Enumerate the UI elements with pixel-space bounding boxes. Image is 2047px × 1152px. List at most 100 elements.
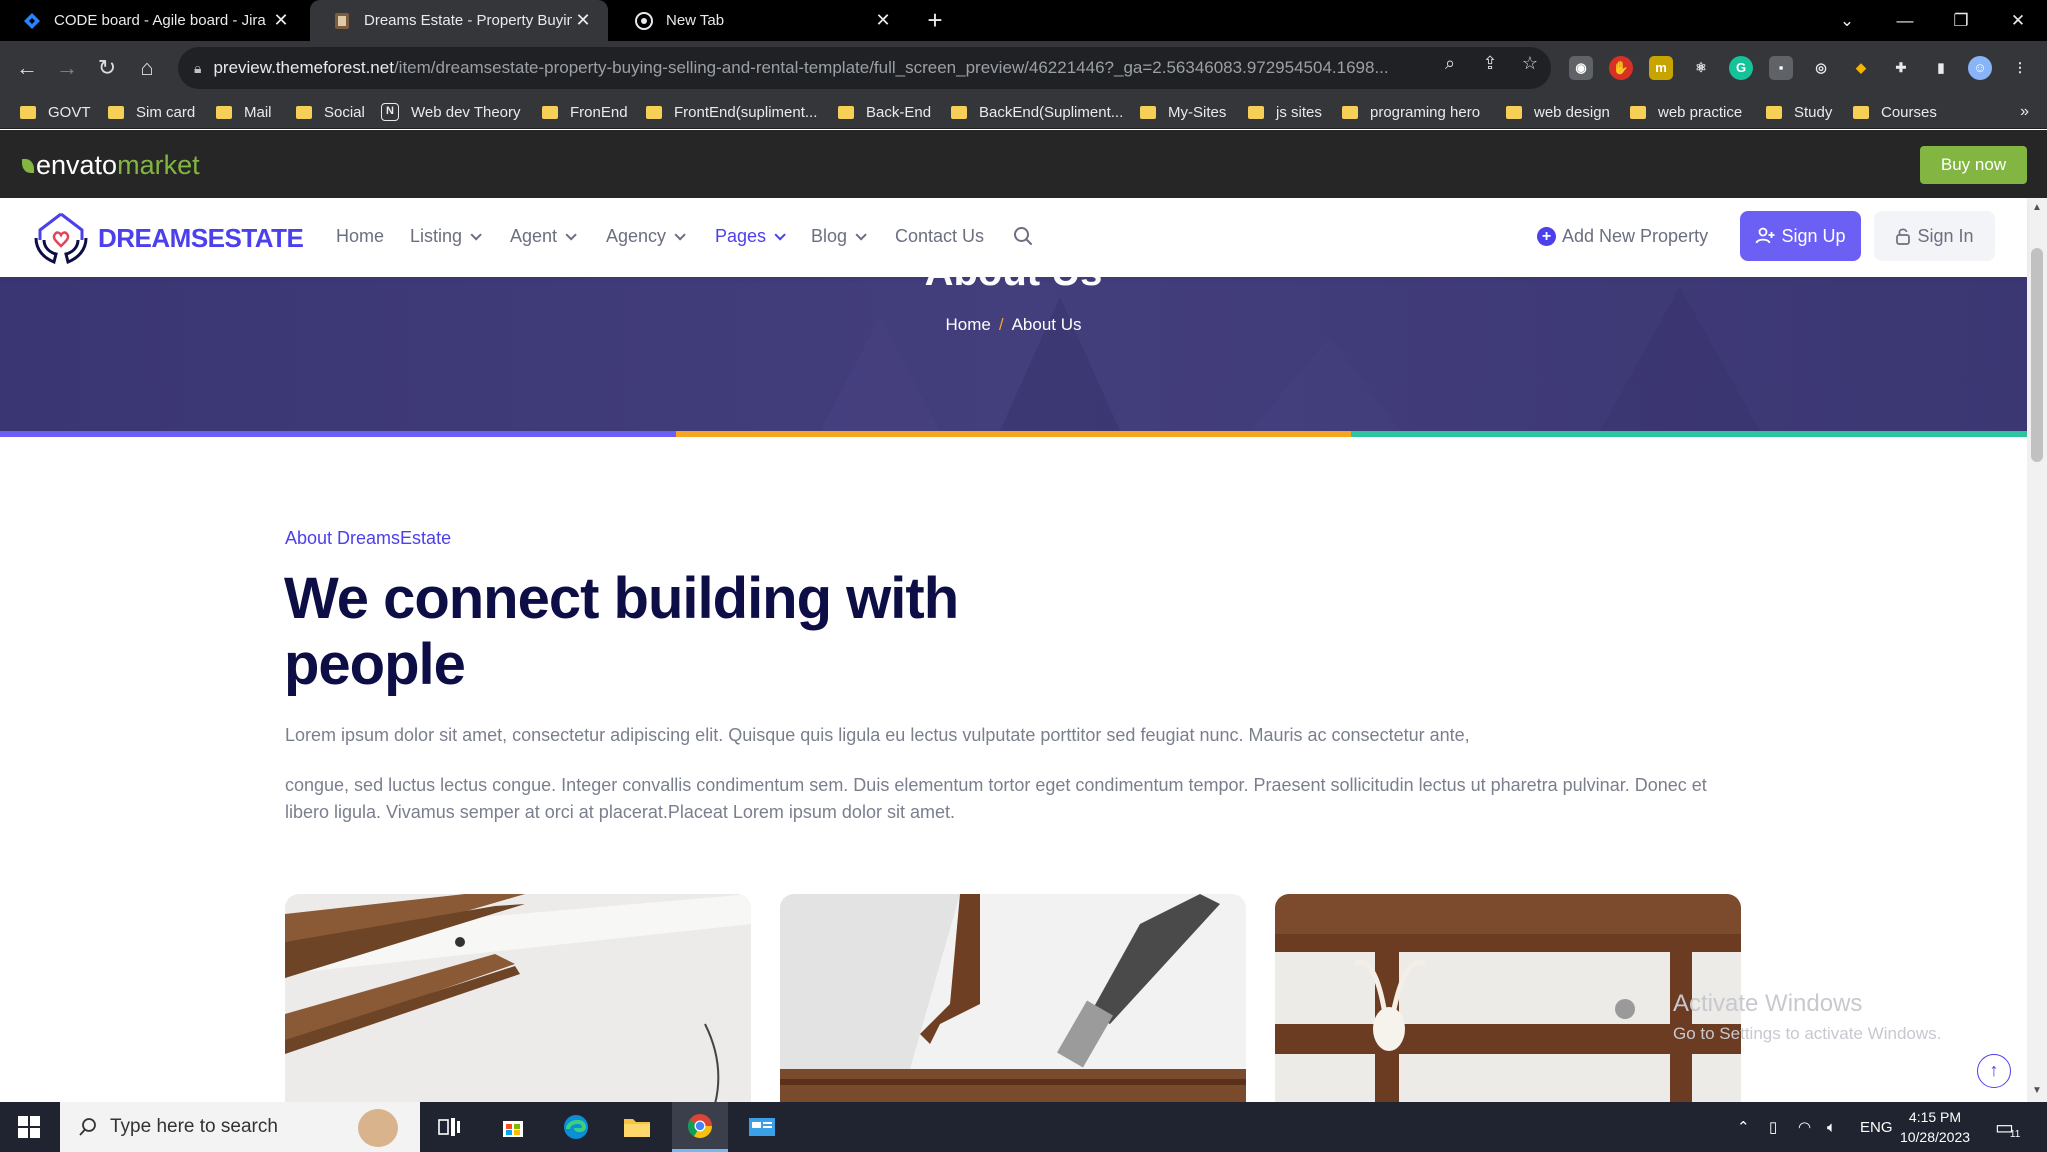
bookmark-item[interactable]: Mail [216,95,272,129]
close-icon[interactable]: ✕ [572,10,594,31]
bookmark-label: web practice [1658,103,1743,121]
bookmark-item[interactable]: Sim card [108,95,195,129]
grammarly-icon[interactable]: G [1729,56,1753,80]
section-tag: About DreamsEstate [285,528,452,548]
nav-pages[interactable]: Pages [715,226,786,247]
bookmark-item[interactable]: web design [1506,95,1610,129]
tab-title: New Tab [666,12,725,29]
sign-in-button[interactable]: Sign In [1874,211,1995,261]
chevron-down-icon [674,228,686,241]
zoom-icon[interactable]: ⌕ [1438,51,1462,75]
bookmark-item[interactable]: Back-End [838,95,931,129]
about-paragraph-1: Lorem ipsum dolor sit amet, consectetur … [285,725,1470,745]
bookmark-item[interactable]: js sites [1248,95,1322,129]
bookmark-item[interactable]: Courses [1853,95,1937,129]
scroll-up-arrow-icon[interactable]: ▲ [2032,203,2042,213]
avatar[interactable]: ☺ [1968,56,1992,80]
scroll-down-arrow-icon[interactable]: ▼ [2032,1086,2042,1096]
tab-new-tab[interactable]: New Tab ✕ [612,0,908,41]
scroll-to-top-button[interactable]: ↑ [1977,1054,2011,1088]
nav-contact-us[interactable]: Contact Us [895,226,984,247]
tab-dreams-estate[interactable]: Dreams Estate - Property Buying ✕ [310,0,608,41]
wifi-icon[interactable]: ◠ [1798,1102,1811,1152]
more-bookmarks-button[interactable]: » [2020,95,2029,129]
windows-start-button[interactable] [0,1102,58,1152]
puzzle-icon[interactable]: ✚ [1889,56,1913,80]
nav-blog[interactable]: Blog [811,226,867,247]
watermark-line: Go to Settings to activate Windows. [1673,1024,1942,1043]
bookmark-item[interactable]: BackEnd(Supliment... [951,95,1123,129]
restore-button[interactable]: ❐ [1932,0,1990,41]
nav-listing[interactable]: Listing [410,226,482,247]
show-hidden-icons-chevron-icon[interactable]: ⌃ [1737,1102,1750,1152]
nav-home[interactable]: Home [336,226,384,247]
notion-icon: N [381,103,399,121]
bookmark-item[interactable]: GOVT [20,95,91,129]
user-plus-icon [1756,227,1775,244]
extension-icon[interactable]: ▪ [1769,56,1793,80]
windows-taskbar: Type here to search ⌃ ▯ ◠ 🔈︎ ENG 4:15 PM… [0,1102,2047,1152]
tab-search-chevron-icon[interactable]: ⌄ [1818,0,1876,41]
bookmark-label: Back-End [866,103,932,121]
breadcrumb-home[interactable]: Home [945,315,990,334]
close-icon[interactable]: ✕ [270,10,292,31]
add-new-property-link[interactable]: + Add New Property [1537,226,1708,247]
chrome-taskbar-icon[interactable] [672,1102,728,1152]
nav-agency[interactable]: Agency [606,226,686,247]
sign-up-button[interactable]: Sign Up [1740,211,1861,261]
taskbar-clock[interactable]: 4:15 PM 10/28/2023 [1890,1107,1980,1147]
language-indicator[interactable]: ENG [1860,1102,1893,1152]
task-view-icon[interactable] [422,1102,478,1152]
extension-icon[interactable]: ◆ [1849,56,1873,80]
device-icon[interactable]: ▯ [1769,1102,1777,1152]
bookmark-star-icon[interactable]: ☆ [1518,51,1542,75]
edge-icon[interactable] [548,1102,604,1152]
bookmark-label: web design [1534,103,1610,121]
address-bar[interactable]: 🔒︎ preview.themeforest.net /item/dreamse… [178,47,1551,89]
bookmark-item[interactable]: FronEnd [542,95,628,129]
side-panel-icon[interactable]: ▮ [1929,56,1953,80]
extension-icon[interactable]: m [1649,56,1673,80]
search-icon[interactable] [1012,225,1034,247]
site-logo[interactable]: DREAMSESTATE [32,210,304,266]
share-icon[interactable]: ⇪ [1478,51,1502,75]
react-devtools-icon[interactable]: ⚛ [1689,56,1713,80]
camera-extension-icon[interactable]: ◉ [1569,56,1593,80]
scrollbar-thumb[interactable] [2031,248,2043,462]
notifications-icon[interactable]: ▭ 11 [1995,1102,2020,1152]
adblock-extension-icon[interactable]: ✋ [1609,56,1633,80]
window-close-button[interactable]: ✕ [1989,0,2047,41]
nav-agent[interactable]: Agent [510,226,577,247]
bookmark-item[interactable]: web practice [1630,95,1742,129]
home-icon[interactable]: ⌂ [132,53,162,83]
envato-market-bar: envato market Buy now [0,130,2047,198]
bookmark-item[interactable]: Social [296,95,365,129]
folder-icon [542,105,558,119]
notification-count: 11 [2009,1128,2021,1140]
new-tab-button[interactable]: + [920,6,950,36]
file-explorer-icon[interactable] [609,1102,665,1152]
chevron-down-icon [774,228,786,241]
site-favicon-icon [332,11,352,31]
reload-icon[interactable]: ↻ [92,53,122,83]
bookmark-item[interactable]: programing hero [1342,95,1480,129]
chevron-down-icon [470,228,482,241]
taskbar-search-input[interactable]: Type here to search [60,1102,420,1152]
buy-now-button[interactable]: Buy now [1920,146,2027,184]
bookmark-item[interactable]: Study [1766,95,1832,129]
bookmark-item[interactable]: N Web dev Theory [381,95,521,129]
volume-icon[interactable]: 🔈︎ [1827,1102,1836,1152]
tab-jira[interactable]: CODE board - Agile board - Jira ✕ [0,0,306,41]
bookmark-item[interactable]: My-Sites [1140,95,1226,129]
target-extension-icon[interactable]: ◎ [1809,56,1833,80]
microsoft-store-icon[interactable] [485,1102,541,1152]
menu-kebab-icon[interactable]: ⋮ [2008,56,2032,80]
app-window-icon[interactable] [734,1102,790,1152]
close-icon[interactable]: ✕ [872,10,894,31]
minimize-button[interactable]: — [1876,0,1934,41]
back-arrow-icon[interactable]: ← [12,53,42,83]
bookmark-item[interactable]: FrontEnd(supliment... [646,95,817,129]
envato-logo[interactable]: envato market [22,150,200,181]
page-scrollbar[interactable]: ▲ ▼ [2027,198,2047,1102]
forward-arrow-icon[interactable]: → [52,53,82,83]
